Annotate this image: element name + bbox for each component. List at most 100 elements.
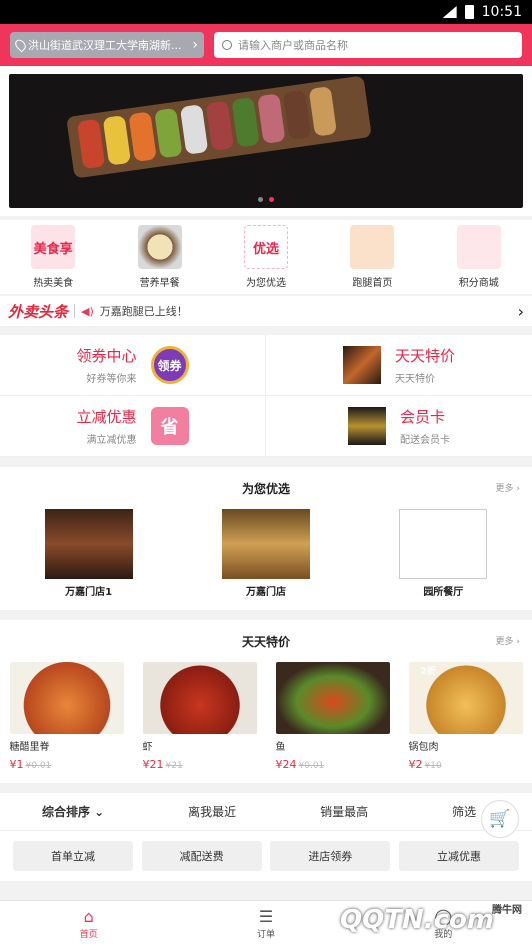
deal-image bbox=[275, 662, 390, 734]
promo-instant-discount[interactable]: 立减优惠 满立减优惠 省 bbox=[0, 396, 266, 457]
promo-subtitle: 天天特价 bbox=[394, 374, 435, 385]
news-logo: 外卖头条 bbox=[8, 302, 69, 321]
shop-name: 万嘉门店 bbox=[245, 587, 286, 598]
shop-list: 万嘉门店1 万嘉门店 园所餐厅 bbox=[0, 509, 532, 610]
category-label: 热卖美食 bbox=[33, 278, 74, 289]
tab-label: 首页 bbox=[79, 930, 98, 940]
promo-daily-deals[interactable]: 天天特价 天天特价 bbox=[266, 335, 532, 396]
section-title: 天天特价 bbox=[241, 634, 290, 649]
filter-first-order[interactable]: 首单立减 bbox=[13, 841, 133, 871]
section-title: 为您优选 bbox=[241, 481, 290, 496]
category-hot-food[interactable]: 美食享 热卖美食 bbox=[13, 225, 93, 289]
daily-deals-section: 天天特价 更多 › 糖醋里脊 ¥1 ¥0.01 虾 ¥21 ¥21 鱼 ¥24 ¥0.… bbox=[0, 620, 532, 783]
chevron-right-icon: › bbox=[192, 37, 198, 53]
category-label: 为您优选 bbox=[245, 278, 286, 289]
more-link[interactable]: 更多 › bbox=[496, 481, 520, 494]
cart-button[interactable]: 🛒 bbox=[481, 800, 519, 838]
more-link[interactable]: 更多 › bbox=[496, 634, 520, 647]
category-label: 积分商城 bbox=[458, 278, 499, 289]
search-input[interactable]: 请输入商户或商品名称 bbox=[214, 32, 522, 58]
deal-name: 鱼 bbox=[275, 742, 286, 753]
recommended-section: 为您优选 更多 › 万嘉门店1 万嘉门店 园所餐厅 bbox=[0, 467, 532, 610]
deal-card[interactable]: 鱼 ¥24 ¥0.01 bbox=[275, 662, 390, 771]
banner-container bbox=[0, 66, 532, 216]
deal-price: ¥2 ¥10 bbox=[408, 758, 442, 771]
tab-home[interactable]: ⌂ 首页 bbox=[44, 907, 134, 940]
sort-best-selling[interactable]: 销量最高 bbox=[320, 803, 368, 820]
home-icon: ⌂ bbox=[83, 907, 94, 926]
banner-food-image bbox=[66, 75, 372, 179]
shop-name: 万嘉门店1 bbox=[65, 587, 113, 598]
promo-title: 领券中心 bbox=[76, 347, 137, 365]
divider bbox=[74, 304, 76, 318]
deal-image: 2折 bbox=[408, 662, 523, 734]
save-icon: 省 bbox=[150, 407, 189, 445]
location-pin-icon bbox=[13, 37, 28, 53]
category-selection[interactable]: 优选 为您优选 bbox=[226, 225, 306, 289]
filter-store-coupon[interactable]: 进店领券 bbox=[270, 841, 391, 871]
quick-filters: 首单立减 减配送费 进店领券 立减优惠 bbox=[0, 831, 532, 881]
news-text: 万嘉跑腿已上线！ bbox=[99, 305, 188, 318]
promo-subtitle: 满立减优惠 bbox=[86, 435, 137, 446]
discount-badge: 2折 bbox=[420, 667, 436, 677]
promo-subtitle: 好券等你来 bbox=[86, 374, 137, 385]
tab-label: 订单 bbox=[256, 930, 275, 940]
deal-image bbox=[142, 662, 257, 734]
banner-carousel[interactable] bbox=[9, 74, 523, 208]
deal-card[interactable]: 2折 锅包肉 ¥2 ¥10 bbox=[408, 662, 523, 771]
sort-bar: 综合排序 ⌄ 离我最近 销量最高 筛选 ⌄ bbox=[0, 793, 532, 831]
top-bar: 洪山街道武汉理工大学南湖新... › 请输入商户或商品名称 bbox=[0, 24, 532, 66]
category-label: 营养早餐 bbox=[139, 278, 180, 289]
deal-name: 虾 bbox=[142, 742, 153, 753]
deal-name: 锅包肉 bbox=[408, 742, 439, 753]
signal-icon bbox=[442, 6, 457, 18]
shop-card[interactable]: 万嘉门店 bbox=[221, 509, 310, 598]
breakfast-icon bbox=[137, 225, 182, 269]
deal-card[interactable]: 糖醋里脊 ¥1 ¥0.01 bbox=[9, 662, 124, 771]
selection-icon: 优选 bbox=[243, 225, 288, 269]
promo-title: 立减优惠 bbox=[76, 408, 137, 426]
filter-reduced-delivery[interactable]: 减配送费 bbox=[141, 841, 262, 871]
category-points-mall[interactable]: 积分商城 bbox=[439, 225, 519, 289]
promo-coupon-center[interactable]: 领券中心 好券等你来 领券 bbox=[0, 335, 266, 396]
promo-grid: 领券中心 好券等你来 领券 天天特价 天天特价 立减优惠 满立减优惠 省 会员卡… bbox=[0, 335, 532, 457]
shop-image bbox=[44, 509, 133, 579]
location-text: 洪山街道武汉理工大学南湖新... bbox=[28, 39, 182, 52]
category-courier[interactable]: 跑腿首页 bbox=[332, 225, 412, 289]
category-label: 跑腿首页 bbox=[352, 278, 393, 289]
hot-food-icon: 美食享 bbox=[31, 225, 76, 269]
shop-card[interactable]: 园所餐厅 bbox=[399, 509, 488, 598]
deal-list: 糖醋里脊 ¥1 ¥0.01 虾 ¥21 ¥21 鱼 ¥24 ¥0.01 2折 锅包肉 … bbox=[0, 662, 532, 783]
category-row: 美食享 热卖美食 营养早餐 优选 为您优选 跑腿首页 积分商城 bbox=[0, 220, 532, 294]
points-mall-icon bbox=[456, 225, 501, 269]
deal-card[interactable]: 虾 ¥21 ¥21 bbox=[142, 662, 257, 771]
search-placeholder: 请输入商户或商品名称 bbox=[238, 39, 348, 52]
chevron-right-icon: › bbox=[517, 301, 524, 321]
battery-icon bbox=[464, 5, 474, 19]
carousel-dot bbox=[258, 197, 263, 202]
shop-card[interactable]: 万嘉门店1 bbox=[44, 509, 133, 598]
sort-comprehensive[interactable]: 综合排序 ⌄ bbox=[42, 803, 104, 820]
status-time: 10:51 bbox=[481, 4, 522, 20]
promo-subtitle: 配送会员卡 bbox=[400, 435, 450, 446]
tab-orders[interactable]: ☰ 订单 bbox=[221, 907, 311, 940]
filter-instant-discount[interactable]: 立减优惠 bbox=[398, 841, 519, 871]
sort-nearest[interactable]: 离我最近 bbox=[188, 803, 236, 820]
shop-name: 园所餐厅 bbox=[423, 587, 464, 598]
coupon-icon: 领券 bbox=[150, 346, 189, 384]
watermark-logo: QQTN.com 腾牛网 bbox=[340, 905, 522, 935]
deal-price: ¥21 ¥21 bbox=[142, 758, 183, 771]
speaker-icon: ◀) bbox=[81, 304, 94, 318]
promo-title: 天天特价 bbox=[394, 347, 455, 365]
courier-icon bbox=[350, 225, 395, 269]
deal-price: ¥1 ¥0.01 bbox=[9, 758, 52, 771]
location-selector[interactable]: 洪山街道武汉理工大学南湖新... › bbox=[10, 32, 204, 58]
carousel-dot-active bbox=[269, 197, 274, 202]
promo-member-card[interactable]: 会员卡 配送会员卡 bbox=[266, 396, 532, 457]
news-ticker[interactable]: 外卖头条 ◀) 万嘉跑腿已上线！ › bbox=[0, 296, 532, 326]
member-card-image bbox=[348, 407, 386, 445]
deal-image bbox=[9, 662, 124, 734]
deal-price: ¥24 ¥0.01 bbox=[275, 758, 325, 771]
cart-icon: 🛒 bbox=[489, 809, 511, 829]
category-breakfast[interactable]: 营养早餐 bbox=[120, 225, 200, 289]
